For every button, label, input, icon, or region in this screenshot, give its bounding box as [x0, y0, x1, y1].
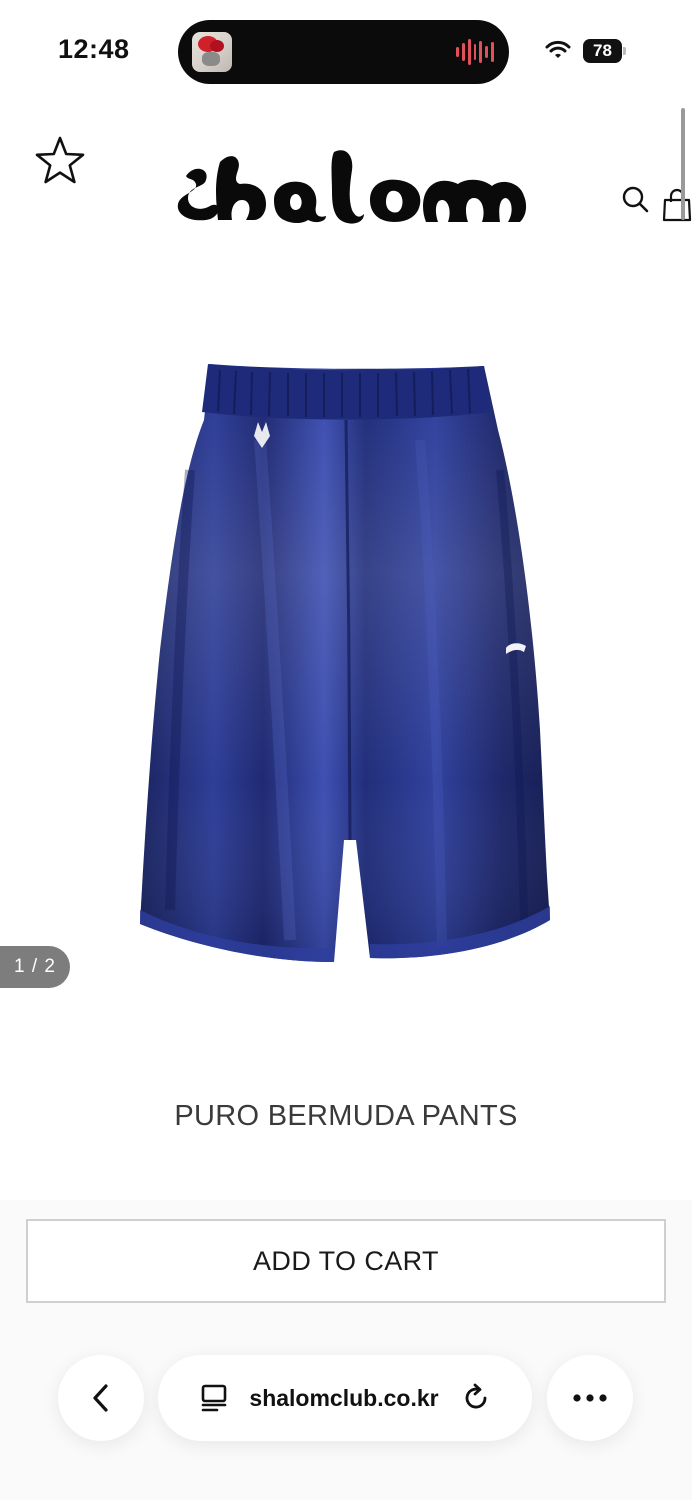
wishlist-button[interactable] — [32, 134, 88, 190]
battery-level: 78 — [583, 39, 622, 63]
product-title: PURO BERMUDA PANTS — [174, 1100, 518, 1132]
wifi-icon — [545, 40, 571, 58]
address-bar[interactable]: shalomclub.co.kr — [158, 1355, 532, 1441]
clock: 12:48 — [58, 34, 130, 64]
shopping-bag-icon[interactable] — [662, 188, 692, 222]
url-text: shalomclub.co.kr — [249, 1384, 439, 1411]
scrollbar[interactable] — [681, 108, 685, 220]
tabs-icon[interactable] — [199, 1383, 229, 1413]
shalom-logo[interactable]: shalom — [176, 148, 528, 226]
battery-icon: 78 — [583, 39, 627, 63]
status-bar: 12:48 78 — [0, 0, 692, 100]
back-chevron-icon — [93, 1384, 108, 1412]
dynamic-island[interactable] — [178, 20, 509, 84]
reload-icon[interactable] — [461, 1383, 491, 1413]
audio-waveform-icon — [456, 38, 495, 66]
now-playing-art[interactable] — [192, 32, 232, 72]
search-icon[interactable] — [620, 184, 650, 214]
back-button[interactable] — [58, 1355, 144, 1441]
add-to-cart-button[interactable]: ADD TO CART — [26, 1219, 666, 1303]
star-icon — [35, 136, 85, 184]
image-counter: 1 / 2 — [0, 946, 70, 988]
more-dots-icon — [573, 1394, 607, 1402]
more-options-button[interactable] — [547, 1355, 633, 1441]
product-image[interactable] — [120, 350, 572, 990]
